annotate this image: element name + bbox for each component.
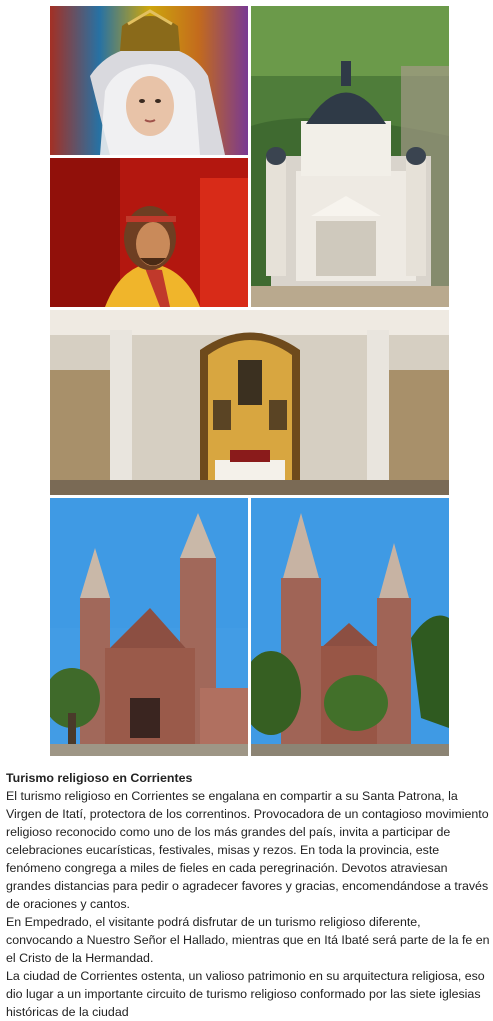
- article-paragraph-2: En Empedrado, el visitante podrá disfrut…: [6, 915, 490, 965]
- basilica-aerial-photo: [251, 6, 449, 307]
- article-paragraph-1: El turismo religioso en Corrientes se en…: [6, 789, 489, 911]
- christ-statue-photo: [50, 158, 248, 307]
- virgin-statue-icon: [50, 6, 248, 155]
- article-paragraph-3: La ciudad de Corrientes ostenta, un vali…: [6, 969, 485, 1019]
- article-title: Turismo religioso en Corrientes: [6, 771, 193, 785]
- red-brick-church-right-photo: [251, 498, 449, 756]
- basilica-icon: [251, 6, 449, 307]
- red-brick-church-icon: [50, 498, 248, 756]
- altar-interior-icon: [50, 310, 449, 495]
- church-altar-interior-photo: [50, 310, 449, 495]
- virgin-statue-photo: [50, 6, 248, 155]
- red-brick-church-left-photo: [50, 498, 248, 756]
- red-brick-church-icon: [251, 498, 449, 756]
- christ-statue-icon: [50, 158, 248, 307]
- article-text-block: Turismo religioso en Corrientes El turis…: [6, 769, 490, 1021]
